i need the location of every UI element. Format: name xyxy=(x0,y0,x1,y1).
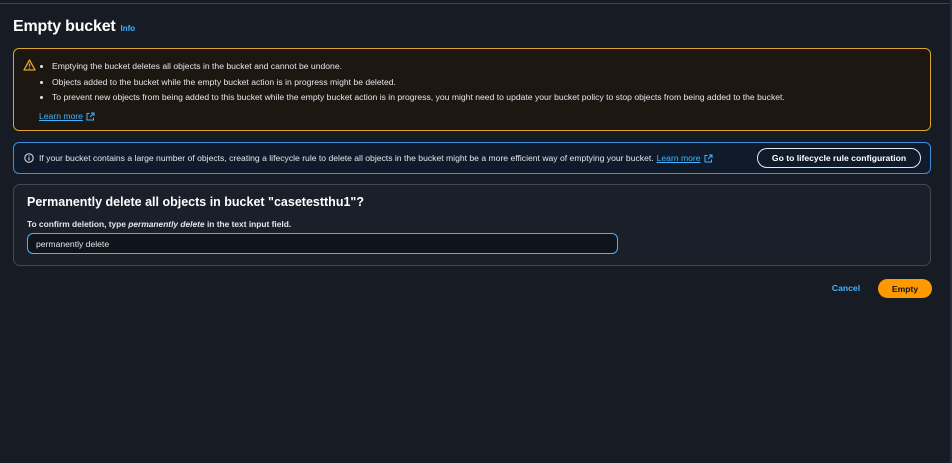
go-to-lifecycle-rule-button[interactable]: Go to lifecycle rule configuration xyxy=(757,148,921,168)
confirm-text-input[interactable] xyxy=(27,233,618,254)
empty-button[interactable]: Empty xyxy=(878,279,932,298)
warning-item: To prevent new objects from being added … xyxy=(52,90,785,106)
warning-alert: Emptying the bucket deletes all objects … xyxy=(13,48,931,131)
info-alert-message: If your bucket contains a large number o… xyxy=(39,153,713,163)
warning-list: Emptying the bucket deletes all objects … xyxy=(36,59,785,106)
warning-item: Emptying the bucket deletes all objects … xyxy=(52,59,785,75)
instruction-prefix: To confirm deletion, type xyxy=(27,219,129,229)
learn-more-label: Learn more xyxy=(656,153,701,163)
instruction-suffix: in the text input field. xyxy=(204,219,292,229)
instruction-keyword: permanently delete xyxy=(128,219,205,229)
page-header: Empty bucket Info xyxy=(13,18,135,36)
external-link-icon xyxy=(704,154,713,162)
info-alert: If your bucket contains a large number o… xyxy=(13,142,931,174)
info-learn-more-link[interactable]: Learn more xyxy=(657,153,713,163)
top-divider xyxy=(0,0,952,4)
confirm-heading: Permanently delete all objects in bucket… xyxy=(27,195,364,209)
info-circle-icon xyxy=(24,153,34,163)
cancel-button[interactable]: Cancel xyxy=(822,279,870,297)
confirm-instruction: To confirm deletion, type permanently de… xyxy=(27,219,291,229)
empty-bucket-page: Empty bucket Info Emptying the bucket de… xyxy=(0,0,952,463)
warning-triangle-icon xyxy=(23,59,36,71)
page-title: Empty bucket xyxy=(13,18,116,35)
confirm-deletion-panel: Permanently delete all objects in bucket… xyxy=(13,184,931,266)
warning-item: Objects added to the bucket while the em… xyxy=(52,75,785,91)
info-link[interactable]: Info xyxy=(121,24,136,33)
warning-learn-more-link[interactable]: Learn more xyxy=(39,111,95,121)
info-alert-text: If your bucket contains a large number o… xyxy=(39,153,654,163)
external-link-icon xyxy=(86,112,95,120)
learn-more-label: Learn more xyxy=(39,111,83,121)
